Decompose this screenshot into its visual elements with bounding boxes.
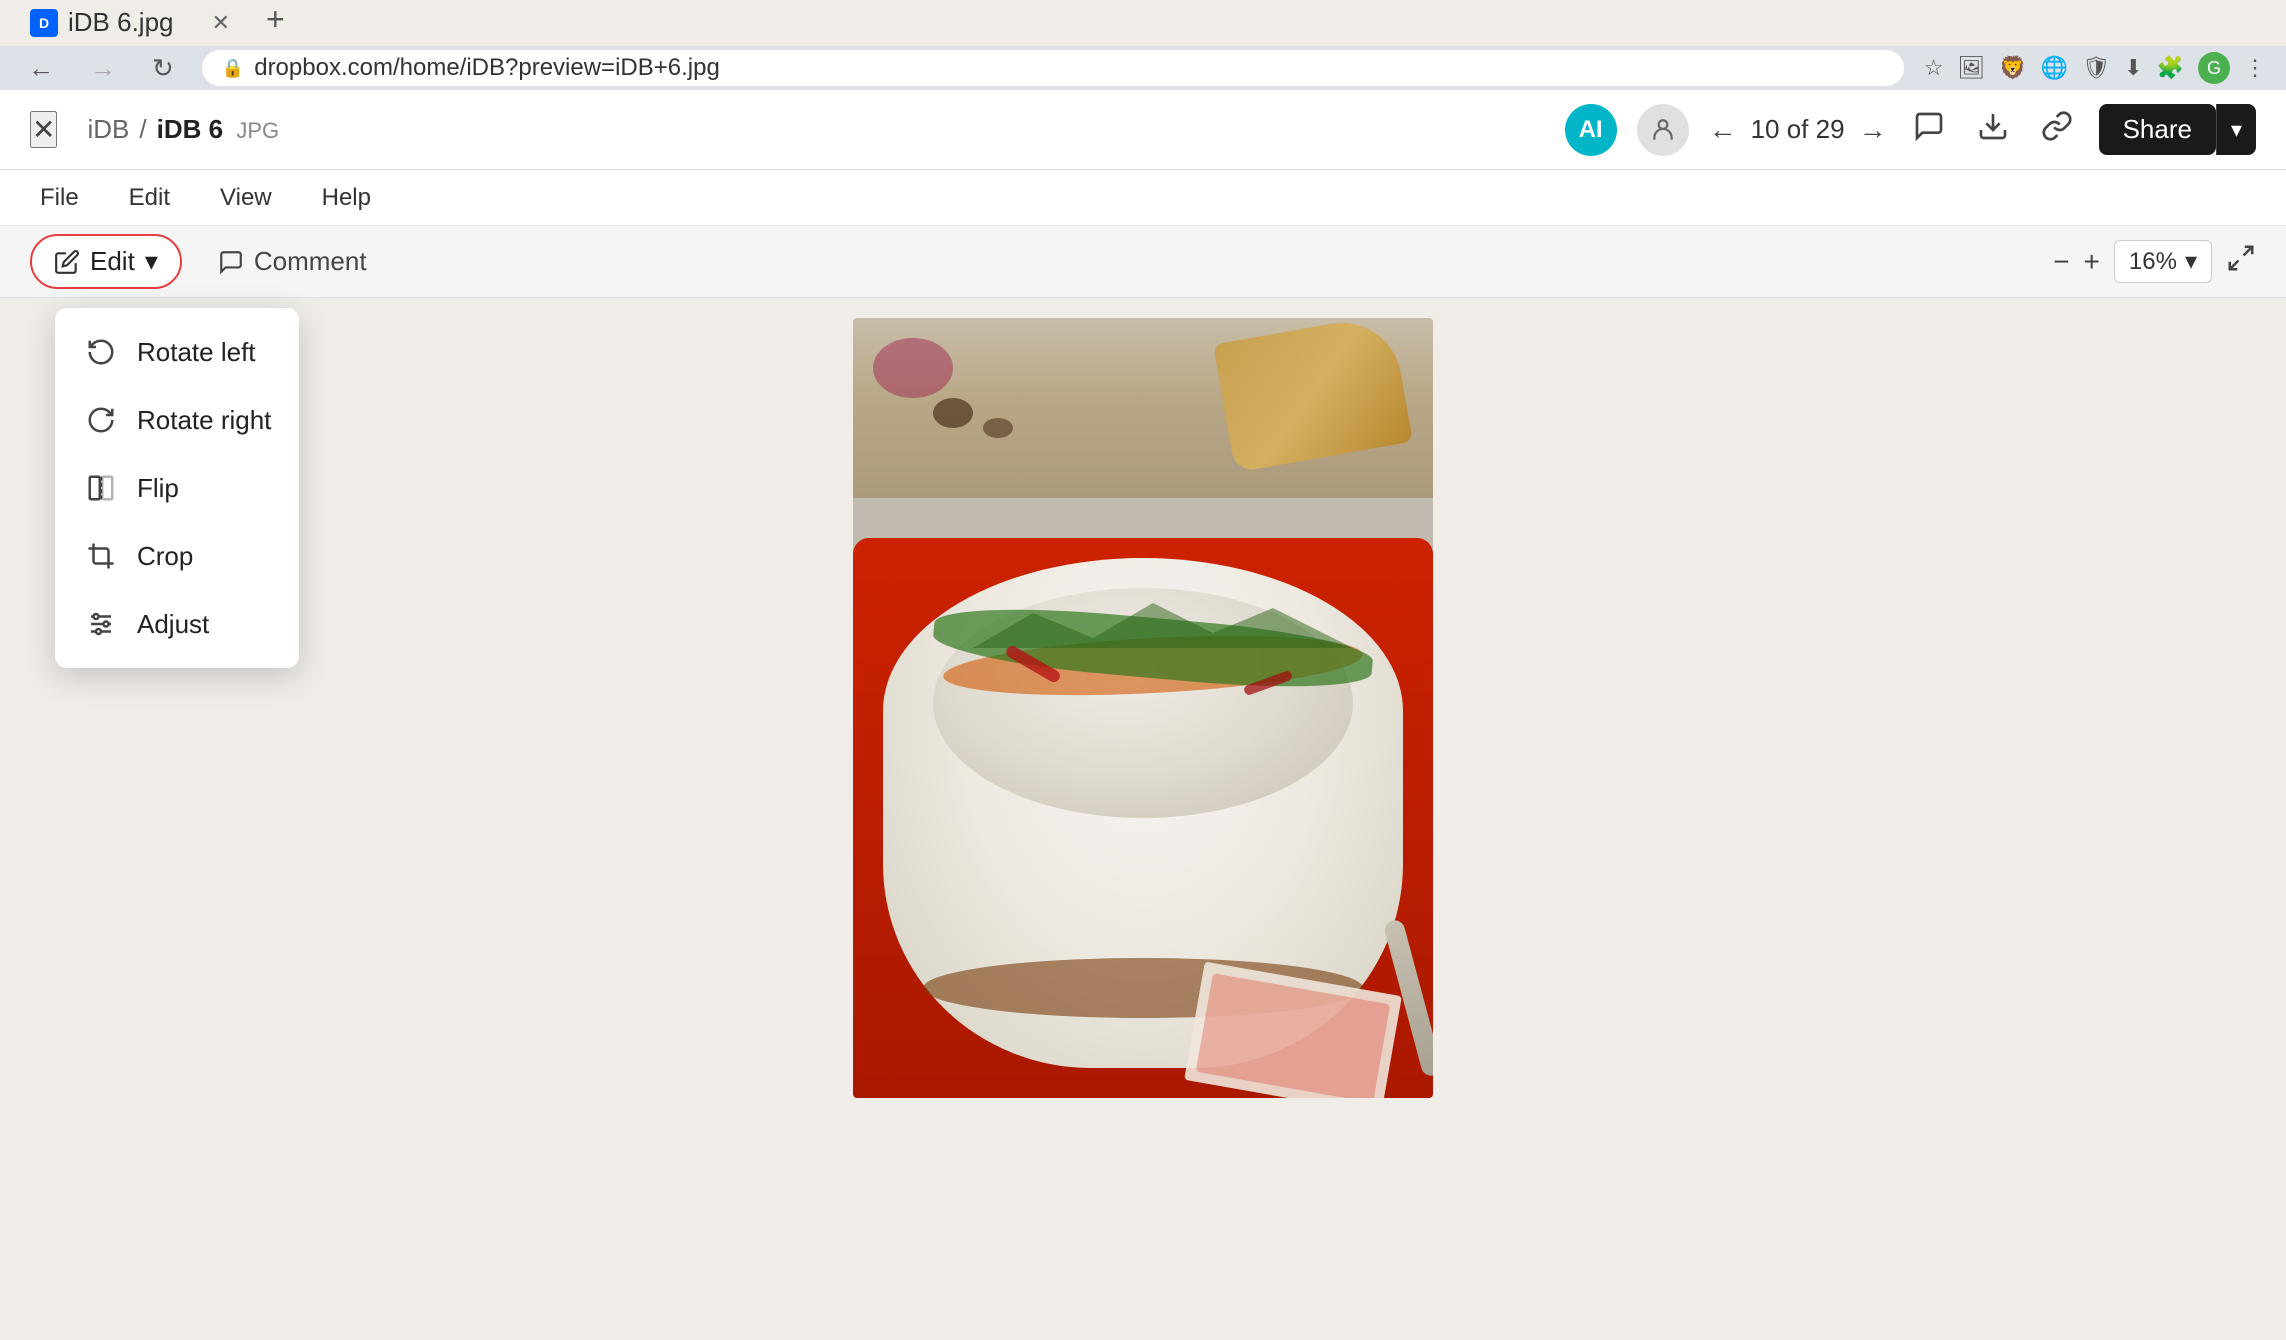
address-url: dropbox.com/home/iDB?preview=iDB+6.jpg: [254, 54, 720, 82]
browser-icon-1[interactable]: 🖼: [1957, 55, 1985, 81]
image-area: [0, 298, 2286, 1340]
browser-icon-3[interactable]: 🌐: [2041, 55, 2068, 81]
edit-chevron-icon: ▾: [145, 246, 158, 277]
breadcrumb-current: iDB 6 JPG: [157, 114, 280, 145]
rotate-left-icon: [83, 334, 119, 370]
menu-item-view[interactable]: View: [210, 178, 282, 218]
browser-tab-bar: D iDB 6.jpg ✕ +: [0, 0, 2286, 46]
browser-tab[interactable]: D iDB 6.jpg ✕: [10, 0, 250, 46]
adjust-label: Adjust: [137, 609, 209, 640]
rotate-right-icon: [83, 402, 119, 438]
browser-profile-icon[interactable]: G: [2198, 52, 2230, 84]
file-extension: JPG: [236, 118, 279, 143]
crop-label: Crop: [137, 541, 193, 572]
food-image: [853, 318, 1433, 1098]
edit-dropdown-menu: Rotate left Rotate right Flip: [55, 308, 299, 668]
comment-button[interactable]: Comment: [202, 238, 383, 285]
prev-image-button[interactable]: ←: [1709, 114, 1737, 146]
browser-icon-6[interactable]: 🧩: [2157, 55, 2184, 81]
breadcrumb-separator: /: [139, 114, 146, 145]
app-menu-bar: File Edit View Help: [0, 170, 2286, 226]
menu-item-edit[interactable]: Edit: [119, 178, 180, 218]
zoom-out-button[interactable]: −: [2053, 246, 2069, 278]
back-button[interactable]: ←: [20, 49, 62, 88]
zoom-select[interactable]: 16% ▾: [2114, 240, 2212, 283]
adjust-icon: [83, 606, 119, 642]
breadcrumb: iDB / iDB 6 JPG: [87, 114, 279, 145]
dropdown-item-adjust[interactable]: Adjust: [55, 590, 299, 658]
edit-dropdown-button[interactable]: Edit ▾: [30, 234, 182, 289]
dropdown-item-rotate-right[interactable]: Rotate right: [55, 386, 299, 454]
main-content: Rotate left Rotate right Flip: [0, 298, 2286, 1340]
flip-icon: [83, 470, 119, 506]
flip-label: Flip: [137, 473, 179, 504]
browser-menu-icon[interactable]: ⋮: [2244, 55, 2266, 81]
avatar-secondary: [1637, 104, 1689, 156]
image-counter: 10 of 29: [1751, 114, 1845, 145]
tab-favicon: D: [30, 9, 58, 37]
rotate-left-label: Rotate left: [137, 337, 256, 368]
toolbar: Edit ▾ Comment − + 16% ▾: [0, 226, 2286, 298]
zoom-chevron-icon: ▾: [2185, 247, 2197, 276]
dropdown-item-rotate-left[interactable]: Rotate left: [55, 318, 299, 386]
nav-counter-area: ← 10 of 29 →: [1709, 114, 1887, 146]
comment-icon-button[interactable]: [1907, 104, 1951, 155]
link-button[interactable]: [2035, 104, 2079, 155]
refresh-button[interactable]: ↻: [144, 49, 182, 88]
tab-close-icon[interactable]: ✕: [212, 10, 230, 36]
download-button[interactable]: [1971, 104, 2015, 155]
zoom-value: 16%: [2129, 248, 2177, 276]
forward-button[interactable]: →: [82, 49, 124, 88]
browser-icon-2[interactable]: 🦁: [1999, 55, 2026, 81]
comment-button-label: Comment: [254, 246, 367, 277]
crop-icon: [83, 538, 119, 574]
edit-button-label: Edit: [90, 246, 135, 277]
zoom-in-button[interactable]: +: [2084, 246, 2100, 278]
star-icon[interactable]: ☆: [1924, 55, 1944, 81]
menu-item-file[interactable]: File: [30, 178, 89, 218]
browser-icon-4[interactable]: 🛡: [2082, 55, 2110, 81]
dropdown-item-flip[interactable]: Flip: [55, 454, 299, 522]
address-bar: ← → ↻ 🔒 dropbox.com/home/iDB?preview=iDB…: [0, 46, 2286, 90]
lock-icon: 🔒: [222, 58, 244, 79]
breadcrumb-parent[interactable]: iDB: [87, 114, 129, 145]
share-button-wrapper: Share ▾: [2099, 104, 2256, 155]
new-tab-button[interactable]: +: [250, 0, 301, 46]
share-button[interactable]: Share: [2099, 104, 2216, 155]
browser-icon-5[interactable]: ⬇: [2124, 55, 2142, 81]
rotate-right-label: Rotate right: [137, 405, 271, 436]
browser-chrome: D iDB 6.jpg ✕ + ← → ↻ 🔒 dropbox.com/home…: [0, 0, 2286, 90]
next-image-button[interactable]: →: [1859, 114, 1887, 146]
dropdown-item-crop[interactable]: Crop: [55, 522, 299, 590]
share-chevron-button[interactable]: ▾: [2216, 104, 2256, 155]
app-header: ✕ iDB / iDB 6 JPG AI ← 10 of 29 →: [0, 90, 2286, 170]
close-button[interactable]: ✕: [30, 111, 57, 148]
tab-title: iDB 6.jpg: [68, 7, 174, 38]
menu-item-help[interactable]: Help: [312, 178, 381, 218]
avatar: AI: [1565, 104, 1617, 156]
fullscreen-button[interactable]: [2226, 243, 2256, 280]
